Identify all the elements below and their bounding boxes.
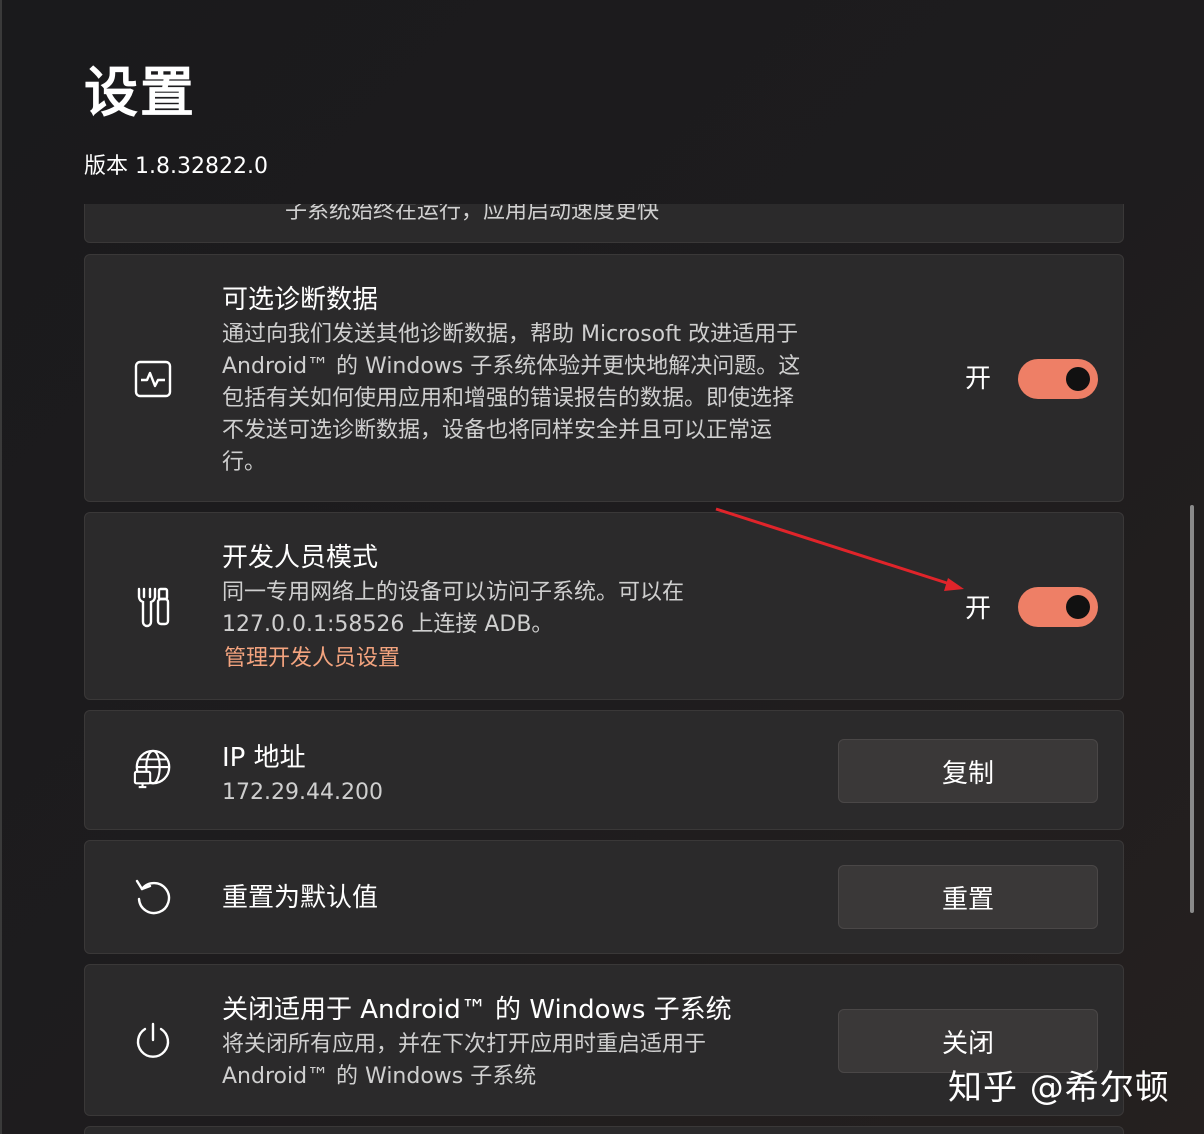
globe-network-icon — [133, 749, 173, 789]
settings-window: 设置 版本 1.8.32822.0 子系统始终在运行，应用启动速度更快 可选诊断… — [0, 0, 1204, 1134]
diagnostics-title: 可选诊断数据 — [222, 285, 379, 315]
wrench-screwdriver-icon — [133, 587, 173, 628]
watermark: 知乎 @希尔顿 — [948, 1068, 1170, 1108]
settings-card-ip-address: IP 地址 172.29.44.200 复制 — [84, 710, 1124, 830]
developer-mode-description-line2: 127.0.0.1:58526 上连接 ADB。 — [222, 612, 554, 637]
shutdown-title: 关闭适用于 Android™ 的 Windows 子系统 — [222, 995, 732, 1025]
vertical-scrollbar[interactable] — [1190, 505, 1194, 913]
shutdown-description-line1: 将关闭所有应用，并在下次打开应用时重启适用于 — [222, 1032, 707, 1057]
diagnostics-toggle[interactable] — [1018, 359, 1098, 399]
page-title: 设置 — [84, 61, 196, 124]
diagnostics-description: 通过向我们发送其他诊断数据，帮助 Microsoft 改进适用于 Android… — [222, 322, 801, 475]
reset-button[interactable]: 重置 — [838, 865, 1098, 929]
ip-address-value: 172.29.44.200 — [222, 780, 383, 805]
developer-mode-title: 开发人员模式 — [222, 543, 379, 573]
diagnostics-toggle-label: 开 — [965, 364, 992, 394]
shutdown-description-line2: Android™ 的 Windows 子系统 — [222, 1064, 537, 1089]
manage-developer-settings-link[interactable]: 管理开发人员设置 — [224, 643, 400, 675]
power-icon — [133, 1021, 173, 1061]
toggle-knob — [1066, 367, 1090, 391]
settings-card-next — [84, 1126, 1124, 1134]
subsystem-resources-description: 子系统始终在运行，应用启动速度更快 — [285, 204, 660, 224]
settings-list[interactable]: 子系统始终在运行，应用启动速度更快 可选诊断数据 通过向我们发送其他诊断数据，帮… — [84, 204, 1124, 1134]
settings-card-reset: 重置为默认值 重置 — [84, 840, 1124, 954]
reset-title: 重置为默认值 — [222, 883, 379, 913]
toggle-knob — [1066, 595, 1090, 619]
settings-card-subsystem-resources: 子系统始终在运行，应用启动速度更快 — [84, 204, 1124, 243]
developer-mode-toggle-label: 开 — [965, 594, 992, 624]
copy-ip-button[interactable]: 复制 — [838, 739, 1098, 803]
settings-card-developer-mode: 开发人员模式 同一专用网络上的设备可以访问子系统。可以在 127.0.0.1:5… — [84, 512, 1124, 700]
pulse-icon — [133, 359, 173, 399]
developer-mode-description-line1: 同一专用网络上的设备可以访问子系统。可以在 — [222, 580, 685, 605]
settings-card-diagnostics: 可选诊断数据 通过向我们发送其他诊断数据，帮助 Microsoft 改进适用于 … — [84, 254, 1124, 502]
developer-mode-toggle[interactable] — [1018, 587, 1098, 627]
reset-icon — [133, 877, 173, 917]
version-label: 版本 1.8.32822.0 — [84, 154, 268, 179]
ip-address-title: IP 地址 — [222, 743, 306, 773]
